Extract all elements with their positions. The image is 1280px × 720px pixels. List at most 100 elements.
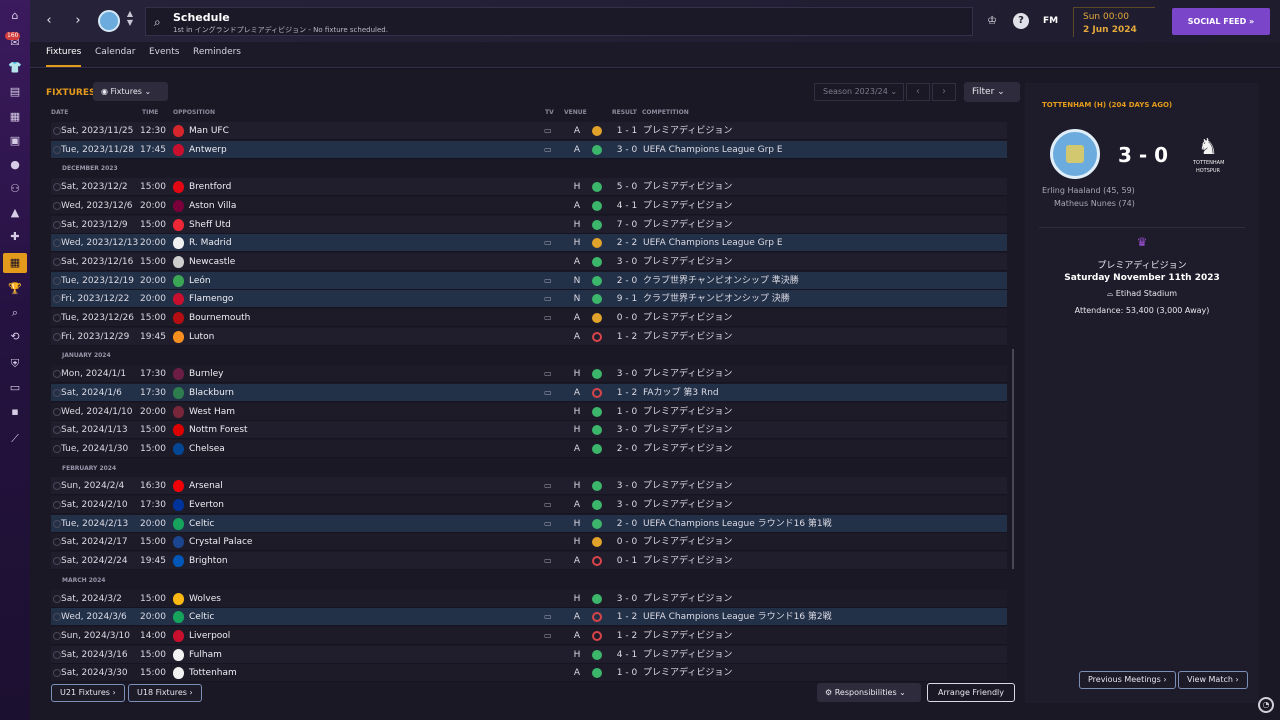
fixture-row[interactable]: Sat, 2024/3/16 15:00 Fulham H 4 - 1 プレミアディビジョ… bbox=[51, 645, 1007, 664]
fixture-result[interactable]: 3 - 0 bbox=[615, 421, 639, 439]
reports-icon[interactable]: ▤ bbox=[7, 85, 23, 99]
opponent-name[interactable]: Antwerp bbox=[189, 141, 227, 159]
opponent-name[interactable]: Everton bbox=[189, 496, 224, 514]
search-box[interactable]: ⌕ Schedule 1st in イングランドプレミアディビジョン - No … bbox=[145, 7, 973, 36]
opponent-name[interactable]: Bournemouth bbox=[189, 309, 250, 327]
finances-icon[interactable]: ▭ bbox=[7, 381, 23, 395]
away-club-crest[interactable]: ♞ TOTTENHAM HOTSPUR bbox=[1193, 127, 1224, 179]
opponent-name[interactable]: Chelsea bbox=[189, 440, 225, 458]
fixture-result[interactable]: 0 - 0 bbox=[615, 309, 639, 327]
opponent-name[interactable]: Luton bbox=[189, 328, 214, 346]
fixture-competition[interactable]: プレミアディビジョン bbox=[643, 552, 732, 570]
col-header-date[interactable]: DATE bbox=[51, 109, 68, 116]
fixture-competition[interactable]: プレミアディビジョン bbox=[643, 646, 732, 664]
fixture-row[interactable]: Wed, 2023/12/6 20:00 Aston Villa A 4 - 1 プレミア… bbox=[51, 196, 1007, 215]
fixture-row[interactable]: Mon, 2024/1/1 17:30 Burnley ▭ H 3 - 0 プレミアディビジ… bbox=[51, 365, 1007, 384]
opponent-name[interactable]: Blackburn bbox=[189, 384, 234, 402]
fixture-result[interactable]: 2 - 2 bbox=[615, 234, 639, 252]
fixture-result[interactable]: 1 - 0 bbox=[615, 403, 639, 421]
responsibilities-button[interactable]: ⚙ Responsibilities ⌄ bbox=[817, 683, 921, 702]
competitions-icon[interactable]: 🏆 bbox=[7, 282, 23, 296]
fixture-competition[interactable]: プレミアディビジョン bbox=[643, 197, 732, 215]
opponent-name[interactable]: Newcastle bbox=[189, 253, 235, 271]
team-icon[interactable]: ⚇ bbox=[7, 182, 23, 196]
club-switch-chevrons-icon[interactable]: ▲ ▼ bbox=[125, 9, 135, 27]
fixture-result[interactable]: 3 - 0 bbox=[615, 590, 639, 608]
fixture-competition[interactable]: クラブ世界チャンピオンシップ 準決勝 bbox=[643, 272, 799, 290]
fixture-competition[interactable]: プレミアディビジョン bbox=[643, 309, 732, 327]
fixture-result[interactable]: 9 - 1 bbox=[615, 290, 639, 308]
fixture-row[interactable]: Sat, 2023/12/9 15:00 Sheff Utd H 7 - 0 プレミアディ… bbox=[51, 215, 1007, 234]
fixture-row[interactable]: Sat, 2024/3/2 15:00 Wolves H 3 - 0 プレミアディビジョン bbox=[51, 589, 1007, 608]
sport-icon[interactable]: ♔ bbox=[984, 13, 1000, 29]
home-icon[interactable]: ⌂ bbox=[7, 9, 23, 23]
fixture-row[interactable]: Tue, 2024/2/13 20:00 Celtic ▭ H 2 - 0 UEFA Cha… bbox=[51, 514, 1007, 533]
fixture-result[interactable]: 1 - 2 bbox=[615, 328, 639, 346]
fixture-result[interactable]: 1 - 0 bbox=[615, 664, 639, 682]
opponent-name[interactable]: West Ham bbox=[189, 403, 235, 421]
fixture-row[interactable]: Sat, 2024/1/6 17:30 Blackburn ▭ A 1 - 2 FAカップ … bbox=[51, 383, 1007, 402]
fixture-result[interactable]: 2 - 0 bbox=[615, 440, 639, 458]
fixture-row[interactable]: Fri, 2023/12/29 19:45 Luton A 1 - 2 プレミアディビジョ… bbox=[51, 327, 1007, 346]
filter-button[interactable]: Filter ⌄ bbox=[964, 82, 1020, 102]
fixture-result[interactable]: 0 - 1 bbox=[615, 552, 639, 570]
forward-arrow-icon[interactable]: › bbox=[71, 13, 85, 29]
fixture-row[interactable]: Sat, 2023/11/25 12:30 Man UFC ▭ A 1 - 1 プレミアディ… bbox=[51, 122, 1007, 140]
scouting-icon[interactable]: ⌕ bbox=[7, 306, 23, 320]
fixture-competition[interactable]: プレミアディビジョン bbox=[643, 216, 732, 234]
opponent-name[interactable]: Man UFC bbox=[189, 122, 229, 140]
fixture-competition[interactable]: プレミアディビジョン bbox=[643, 421, 732, 439]
opponent-name[interactable]: Crystal Palace bbox=[189, 533, 252, 551]
fixture-result[interactable]: 1 - 2 bbox=[615, 608, 639, 626]
fixture-competition[interactable]: プレミアディビジョン bbox=[643, 590, 732, 608]
fixture-row[interactable]: Sat, 2024/3/30 15:00 Tottenham A 1 - 0 プレミアディ… bbox=[51, 664, 1007, 683]
medical-icon[interactable]: ✚ bbox=[7, 230, 23, 244]
prev-season-arrow-icon[interactable]: ‹ bbox=[906, 83, 930, 101]
fixture-result[interactable]: 3 - 0 bbox=[615, 365, 639, 383]
fixture-row[interactable]: Sun, 2024/3/10 14:00 Liverpool ▭ A 1 - 2 プレミアデ… bbox=[51, 626, 1007, 645]
fixture-row[interactable]: Wed, 2024/1/10 20:00 West Ham H 1 - 0 プレミアディビ… bbox=[51, 402, 1007, 421]
previous-meetings-button[interactable]: Previous Meetings › bbox=[1079, 671, 1176, 689]
fixture-competition[interactable]: プレミアディビジョン bbox=[643, 627, 732, 645]
opponent-name[interactable]: Flamengo bbox=[189, 290, 233, 308]
fixture-row[interactable]: Fri, 2023/12/22 20:00 Flamengo ▭ N 9 - 1 クラブ世界… bbox=[51, 290, 1007, 309]
tab-events[interactable]: Events bbox=[149, 47, 179, 61]
fixture-competition[interactable]: プレミアディビジョン bbox=[643, 328, 732, 346]
fixture-competition[interactable]: UEFA Champions League ラウンド16 第1戦 bbox=[643, 515, 832, 533]
fixture-result[interactable]: 2 - 0 bbox=[615, 272, 639, 290]
help-icon[interactable]: ? bbox=[1013, 13, 1029, 29]
u18-fixtures-button[interactable]: U18 Fixtures › bbox=[128, 684, 202, 702]
opponent-name[interactable]: Brentford bbox=[189, 178, 231, 196]
opponent-name[interactable]: Tottenham bbox=[189, 664, 237, 682]
fixture-result[interactable]: 7 - 0 bbox=[615, 216, 639, 234]
opponent-name[interactable]: León bbox=[189, 272, 211, 290]
fixture-competition[interactable]: プレミアディビジョン bbox=[643, 365, 732, 383]
fixture-row[interactable]: Sat, 2024/2/17 15:00 Crystal Palace H 0 - 0プ… bbox=[51, 533, 1007, 552]
career-icon[interactable]: ⟋ bbox=[7, 432, 23, 446]
fixture-row[interactable]: Sat, 2023/12/2 15:00 Brentford H 5 - 0 プレミアディ… bbox=[51, 178, 1007, 197]
fixture-competition[interactable]: FAカップ 第3 Rnd bbox=[643, 384, 719, 402]
fm-menu-logo[interactable]: FM bbox=[1043, 16, 1058, 26]
fixture-competition[interactable]: クラブ世界チャンピオンシップ 決勝 bbox=[643, 290, 790, 308]
fixture-row[interactable]: Sat, 2024/1/13 15:00 Nottm Forest H 3 - 0 プレミ… bbox=[51, 421, 1007, 440]
fixture-competition[interactable]: プレミアディビジョン bbox=[643, 178, 732, 196]
arrange-friendly-button[interactable]: Arrange Friendly bbox=[927, 683, 1015, 702]
fixture-competition[interactable]: プレミアディビジョン bbox=[643, 477, 732, 495]
view-dropdown[interactable]: ◉ Fixtures ⌄ bbox=[93, 82, 168, 101]
fixture-result[interactable]: 4 - 1 bbox=[615, 197, 639, 215]
fixture-competition[interactable]: プレミアディビジョン bbox=[643, 440, 732, 458]
fixture-row[interactable]: Sat, 2023/12/16 15:00 Newcastle A 3 - 0 プレミアデ… bbox=[51, 252, 1007, 271]
opponent-name[interactable]: Celtic bbox=[189, 515, 214, 533]
opponent-name[interactable]: Fulham bbox=[189, 646, 222, 664]
fixture-competition[interactable]: UEFA Champions League ラウンド16 第2戦 bbox=[643, 608, 832, 626]
opponent-name[interactable]: Celtic bbox=[189, 608, 214, 626]
fixture-row[interactable]: Tue, 2024/1/30 15:00 Chelsea A 2 - 0 プレミアディビジ… bbox=[51, 439, 1007, 458]
club-badge[interactable] bbox=[98, 10, 120, 32]
fixture-row[interactable]: Sat, 2024/2/24 19:45 Brighton ▭ A 0 - 1 プレミアディ… bbox=[51, 552, 1007, 571]
training-icon[interactable]: ▲ bbox=[7, 206, 23, 220]
fixture-result[interactable]: 0 - 0 bbox=[615, 533, 639, 551]
fixture-result[interactable]: 1 - 2 bbox=[615, 627, 639, 645]
home-club-crest[interactable] bbox=[1050, 129, 1100, 179]
col-header-time[interactable]: TIME bbox=[142, 109, 158, 116]
opponent-name[interactable]: Wolves bbox=[189, 590, 221, 608]
